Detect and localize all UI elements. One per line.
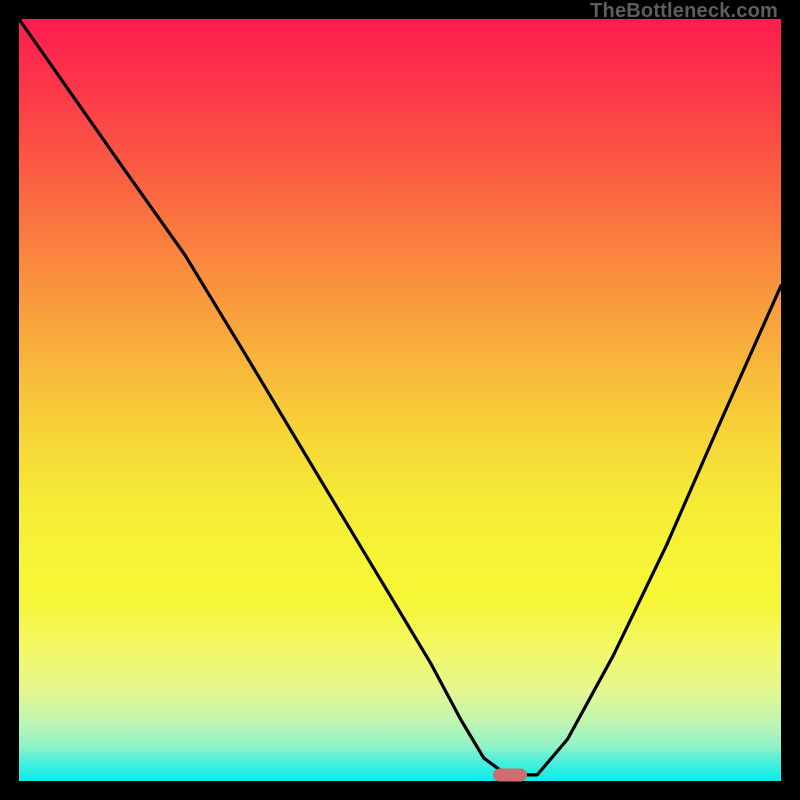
- chart-root: TheBottleneck.com: [0, 0, 800, 800]
- attribution-text: TheBottleneck.com: [590, 0, 778, 23]
- optimal-marker: [493, 768, 527, 781]
- curve-path: [19, 19, 781, 775]
- plot-area: [19, 19, 781, 781]
- bottleneck-curve: [19, 19, 781, 781]
